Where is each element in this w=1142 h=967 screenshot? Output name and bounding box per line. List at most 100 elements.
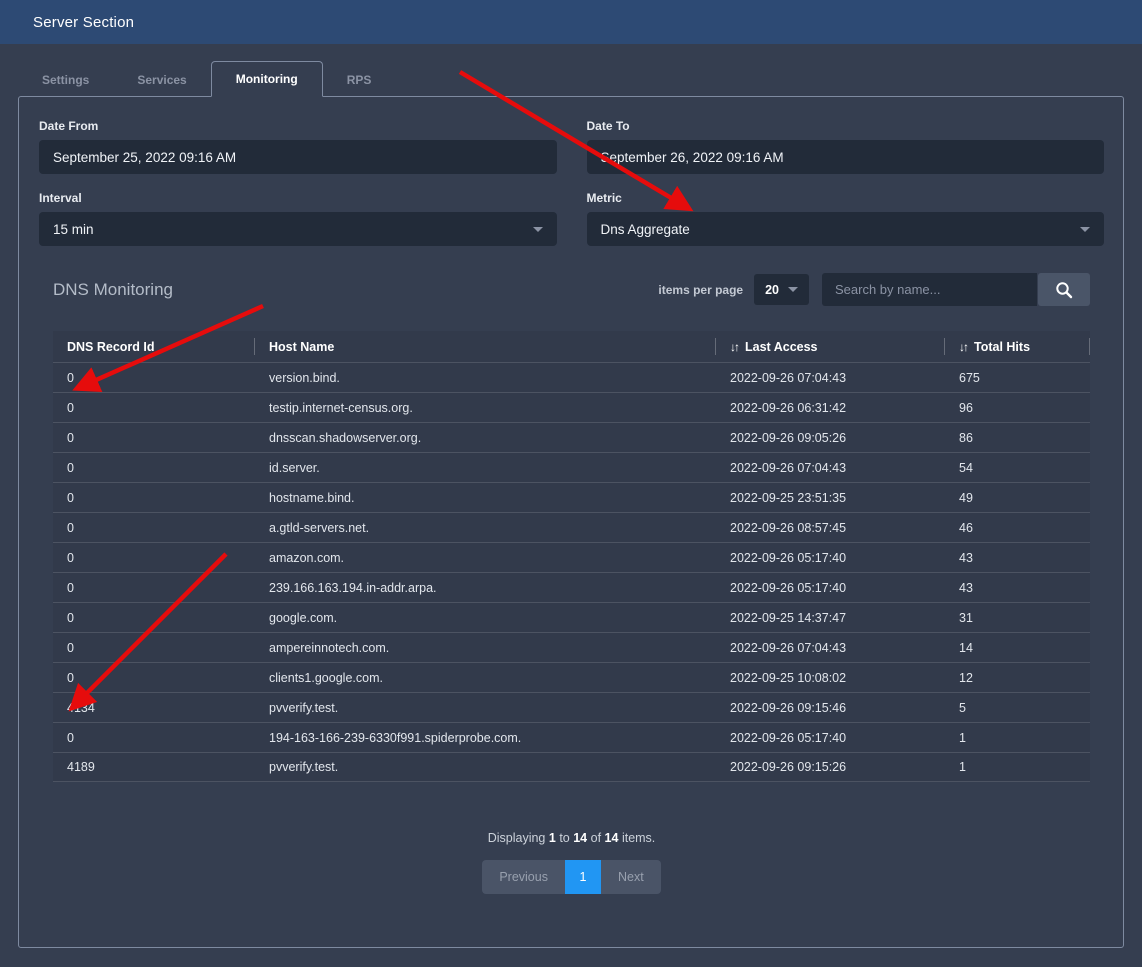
search-button[interactable] xyxy=(1038,273,1090,306)
table-row: 0 hostname.bind. 2022-09-25 23:51:35 49 xyxy=(53,482,1090,512)
pagination-group: Previous 1 Next xyxy=(482,860,660,894)
results-summary: Displaying 1 to 14 of 14 items. xyxy=(39,831,1104,845)
cell-host-name: clients1.google.com. xyxy=(255,671,716,685)
column-header-last-access[interactable]: ↓↑ Last Access xyxy=(716,331,945,362)
cell-record-id: 0 xyxy=(53,551,255,565)
dns-table: DNS Record Id Host Name ↓↑ Last Access ↓… xyxy=(53,331,1090,782)
cell-last-access: 2022-09-26 09:15:46 xyxy=(716,701,945,715)
date-from-field: Date From September 25, 2022 09:16 AM xyxy=(39,119,557,174)
summary-total: 14 xyxy=(605,831,619,845)
chevron-down-icon xyxy=(1080,227,1090,232)
cell-total-hits: 675 xyxy=(945,371,1090,385)
cell-record-id: 0 xyxy=(53,371,255,385)
table-row: 0 239.166.163.194.in-addr.arpa. 2022-09-… xyxy=(53,572,1090,602)
cell-host-name: google.com. xyxy=(255,611,716,625)
cell-record-id: 0 xyxy=(53,431,255,445)
cell-last-access: 2022-09-25 23:51:35 xyxy=(716,491,945,505)
cell-last-access: 2022-09-26 05:17:40 xyxy=(716,731,945,745)
summary-to: 14 xyxy=(573,831,587,845)
pagination: Previous 1 Next xyxy=(39,860,1104,894)
date-to-input[interactable]: September 26, 2022 09:16 AM xyxy=(587,140,1105,174)
cell-last-access: 2022-09-26 05:17:40 xyxy=(716,581,945,595)
dns-section-header: DNS Monitoring items per page 20 xyxy=(53,273,1090,306)
cell-last-access: 2022-09-25 10:08:02 xyxy=(716,671,945,685)
cell-record-id: 0 xyxy=(53,521,255,535)
search-icon xyxy=(1055,281,1073,299)
cell-total-hits: 54 xyxy=(945,461,1090,475)
app-header: Server Section xyxy=(0,0,1142,44)
summary-text: of xyxy=(591,831,601,845)
cell-total-hits: 43 xyxy=(945,581,1090,595)
cell-total-hits: 96 xyxy=(945,401,1090,415)
interval-select[interactable]: 15 min xyxy=(39,212,557,246)
cell-last-access: 2022-09-26 08:57:45 xyxy=(716,521,945,535)
dns-monitoring-title: DNS Monitoring xyxy=(53,280,173,300)
column-header-label: Total Hits xyxy=(974,340,1030,354)
cell-total-hits: 49 xyxy=(945,491,1090,505)
summary-from: 1 xyxy=(549,831,556,845)
table-row: 0 a.gtld-servers.net. 2022-09-26 08:57:4… xyxy=(53,512,1090,542)
cell-host-name: a.gtld-servers.net. xyxy=(255,521,716,535)
cell-host-name: 239.166.163.194.in-addr.arpa. xyxy=(255,581,716,595)
table-row: 0 dnsscan.shadowserver.org. 2022-09-26 0… xyxy=(53,422,1090,452)
metric-select[interactable]: Dns Aggregate xyxy=(587,212,1105,246)
cell-record-id: 0 xyxy=(53,611,255,625)
tab-monitoring[interactable]: Monitoring xyxy=(211,61,323,97)
cell-host-name: hostname.bind. xyxy=(255,491,716,505)
column-header-total-hits[interactable]: ↓↑ Total Hits xyxy=(945,331,1090,362)
table-row: 0 ampereinnotech.com. 2022-09-26 07:04:4… xyxy=(53,632,1090,662)
search-input[interactable] xyxy=(822,273,1037,306)
cell-record-id: 0 xyxy=(53,671,255,685)
tab-rps[interactable]: RPS xyxy=(323,63,396,96)
cell-total-hits: 1 xyxy=(945,760,1090,774)
cell-total-hits: 86 xyxy=(945,431,1090,445)
cell-host-name: version.bind. xyxy=(255,371,716,385)
cell-total-hits: 43 xyxy=(945,551,1090,565)
cell-total-hits: 5 xyxy=(945,701,1090,715)
tab-settings[interactable]: Settings xyxy=(18,63,113,96)
tab-services[interactable]: Services xyxy=(113,63,210,96)
cell-host-name: testip.internet-census.org. xyxy=(255,401,716,415)
cell-host-name: ampereinnotech.com. xyxy=(255,641,716,655)
cell-total-hits: 31 xyxy=(945,611,1090,625)
cell-last-access: 2022-09-25 14:37:47 xyxy=(716,611,945,625)
cell-record-id: 0 xyxy=(53,461,255,475)
metric-value: Dns Aggregate xyxy=(601,222,690,237)
table-row: 0 testip.internet-census.org. 2022-09-26… xyxy=(53,392,1090,422)
page-1-button[interactable]: 1 xyxy=(565,860,601,894)
cell-record-id: 4189 xyxy=(53,760,255,774)
sort-icon: ↓↑ xyxy=(730,340,738,354)
column-header-label: Last Access xyxy=(745,340,818,354)
cell-record-id: 0 xyxy=(53,491,255,505)
column-header-dns-record-id: DNS Record Id xyxy=(53,331,255,362)
cell-record-id: 0 xyxy=(53,731,255,745)
date-from-input[interactable]: September 25, 2022 09:16 AM xyxy=(39,140,557,174)
table-row: 0 amazon.com. 2022-09-26 05:17:40 43 xyxy=(53,542,1090,572)
cell-record-id: 0 xyxy=(53,401,255,415)
cell-host-name: id.server. xyxy=(255,461,716,475)
cell-host-name: amazon.com. xyxy=(255,551,716,565)
next-page-button[interactable]: Next xyxy=(601,860,661,894)
cell-last-access: 2022-09-26 06:31:42 xyxy=(716,401,945,415)
summary-text: items. xyxy=(622,831,655,845)
dns-controls: items per page 20 xyxy=(658,273,1090,306)
table-row: 4189 pvverify.test. 2022-09-26 09:15:26 … xyxy=(53,752,1090,782)
column-header-host-name: Host Name xyxy=(255,331,716,362)
cell-host-name: dnsscan.shadowserver.org. xyxy=(255,431,716,445)
cell-last-access: 2022-09-26 07:04:43 xyxy=(716,461,945,475)
interval-field: Interval 15 min xyxy=(39,191,557,246)
table-row: 0 google.com. 2022-09-25 14:37:47 31 xyxy=(53,602,1090,632)
sort-icon: ↓↑ xyxy=(959,340,967,354)
cell-total-hits: 46 xyxy=(945,521,1090,535)
table-row: 0 194-163-166-239-6330f991.spiderprobe.c… xyxy=(53,722,1090,752)
cell-total-hits: 12 xyxy=(945,671,1090,685)
search-bar xyxy=(822,273,1090,306)
cell-total-hits: 1 xyxy=(945,731,1090,745)
previous-page-button[interactable]: Previous xyxy=(482,860,565,894)
items-per-page-select[interactable]: 20 xyxy=(754,274,809,305)
cell-last-access: 2022-09-26 09:05:26 xyxy=(716,431,945,445)
table-row: 0 clients1.google.com. 2022-09-25 10:08:… xyxy=(53,662,1090,692)
cell-last-access: 2022-09-26 09:15:26 xyxy=(716,760,945,774)
summary-text: to xyxy=(559,831,569,845)
filters: Date From September 25, 2022 09:16 AM Da… xyxy=(39,119,1104,246)
